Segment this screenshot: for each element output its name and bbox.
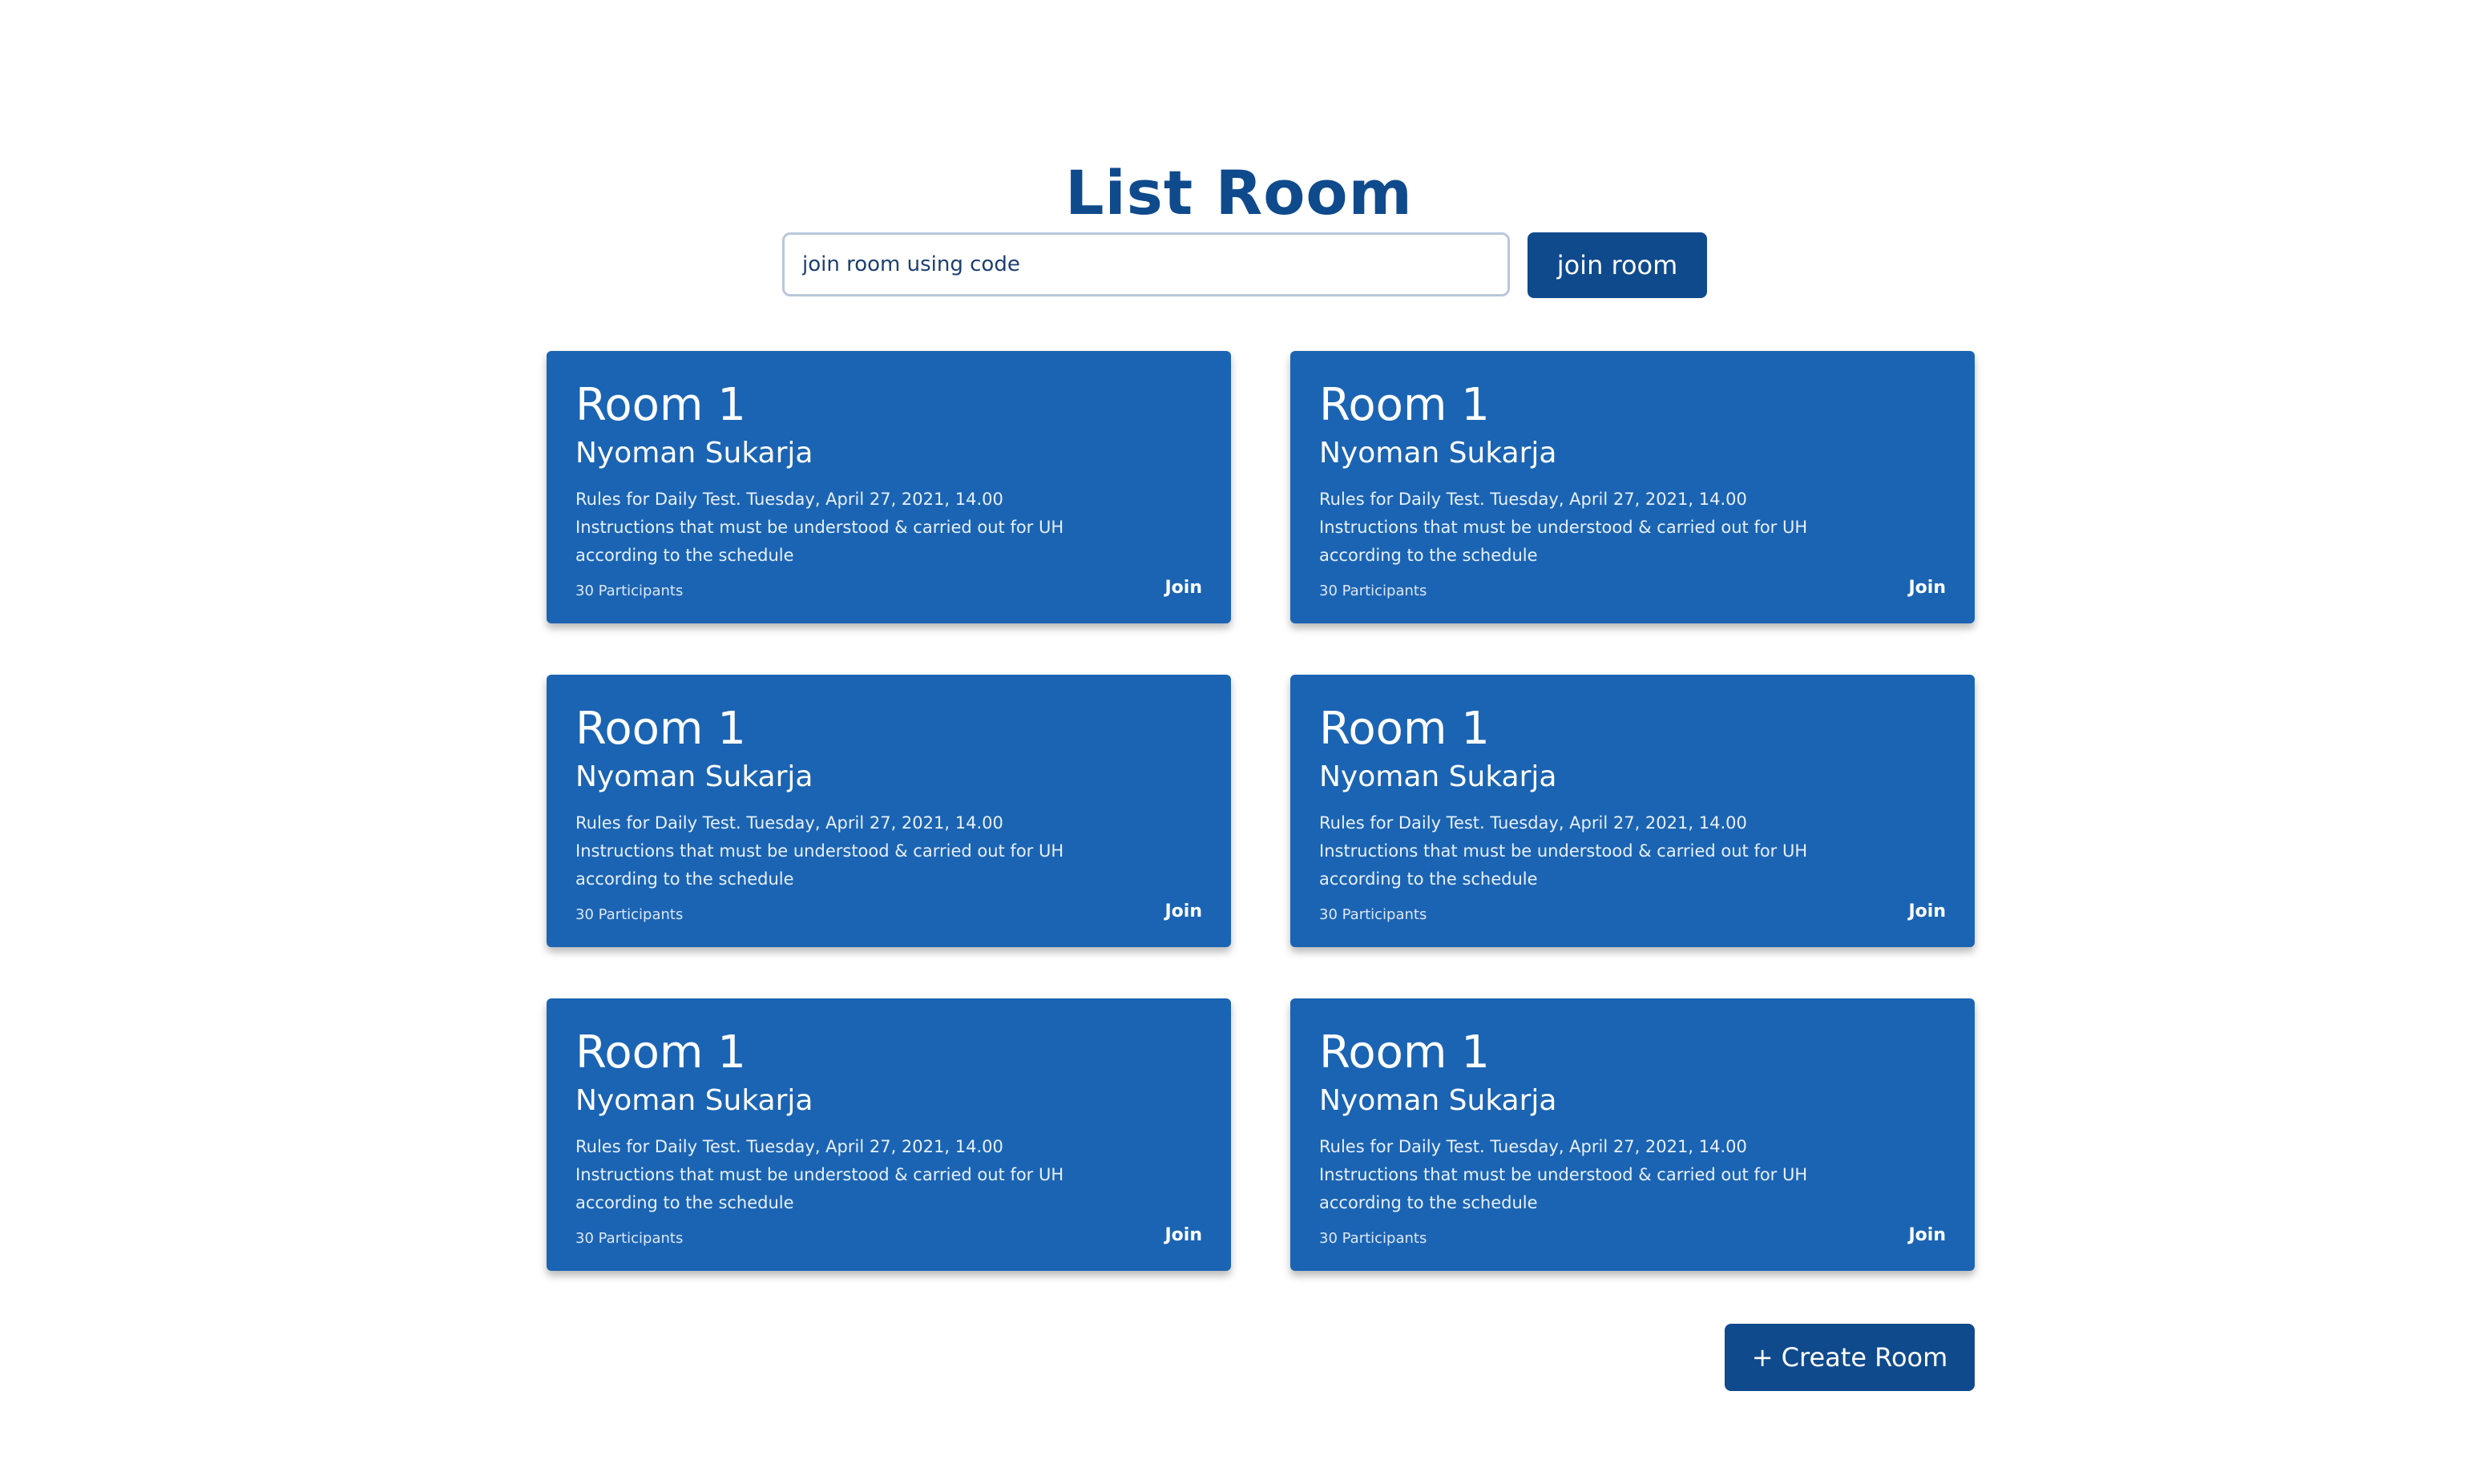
room-title: Room 1 (575, 1027, 1202, 1079)
room-owner: Nyoman Sukarja (575, 760, 1202, 795)
join-room-button[interactable]: join room (1528, 232, 1707, 298)
room-code-input[interactable] (782, 232, 1510, 296)
room-join-link[interactable]: Join (1908, 1225, 1946, 1245)
room-description: Rules for Daily Test. Tuesday, April 27,… (1319, 809, 1832, 893)
room-owner: Nyoman Sukarja (1319, 760, 1946, 795)
room-card: Room 1 Nyoman Sukarja Rules for Daily Te… (547, 675, 1231, 947)
room-title: Room 1 (575, 380, 1202, 431)
room-description: Rules for Daily Test. Tuesday, April 27,… (575, 1133, 1088, 1217)
room-participants: 30 Participants (1319, 906, 1427, 923)
create-room-button[interactable]: + Create Room (1725, 1324, 1975, 1391)
room-description: Rules for Daily Test. Tuesday, April 27,… (575, 486, 1088, 570)
room-title: Room 1 (1319, 380, 1946, 431)
room-join-link[interactable]: Join (1164, 1225, 1202, 1245)
room-description: Rules for Daily Test. Tuesday, April 27,… (1319, 486, 1832, 570)
room-card: Room 1 Nyoman Sukarja Rules for Daily Te… (1290, 675, 1975, 947)
room-owner: Nyoman Sukarja (1319, 1083, 1946, 1119)
room-join-link[interactable]: Join (1908, 901, 1946, 921)
room-owner: Nyoman Sukarja (1319, 436, 1946, 471)
room-join-link[interactable]: Join (1164, 901, 1202, 921)
room-owner: Nyoman Sukarja (575, 1083, 1202, 1119)
room-participants: 30 Participants (575, 906, 683, 923)
room-participants: 30 Participants (1319, 583, 1427, 599)
page-title: List Room (0, 153, 2478, 233)
room-card: Room 1 Nyoman Sukarja Rules for Daily Te… (1290, 351, 1975, 623)
room-card: Room 1 Nyoman Sukarja Rules for Daily Te… (547, 351, 1231, 623)
room-participants: 30 Participants (1319, 1230, 1427, 1247)
room-card: Room 1 Nyoman Sukarja Rules for Daily Te… (547, 998, 1231, 1271)
room-description: Rules for Daily Test. Tuesday, April 27,… (1319, 1133, 1832, 1217)
room-join-link[interactable]: Join (1164, 578, 1202, 598)
room-participants: 30 Participants (575, 1230, 683, 1247)
room-join-link[interactable]: Join (1908, 578, 1946, 598)
room-owner: Nyoman Sukarja (575, 436, 1202, 471)
room-title: Room 1 (575, 704, 1202, 755)
room-participants: 30 Participants (575, 583, 683, 599)
room-title: Room 1 (1319, 704, 1946, 755)
room-list: Room 1 Nyoman Sukarja Rules for Daily Te… (547, 351, 1975, 1271)
room-title: Room 1 (1319, 1027, 1946, 1079)
room-card: Room 1 Nyoman Sukarja Rules for Daily Te… (1290, 998, 1975, 1271)
room-description: Rules for Daily Test. Tuesday, April 27,… (575, 809, 1088, 893)
